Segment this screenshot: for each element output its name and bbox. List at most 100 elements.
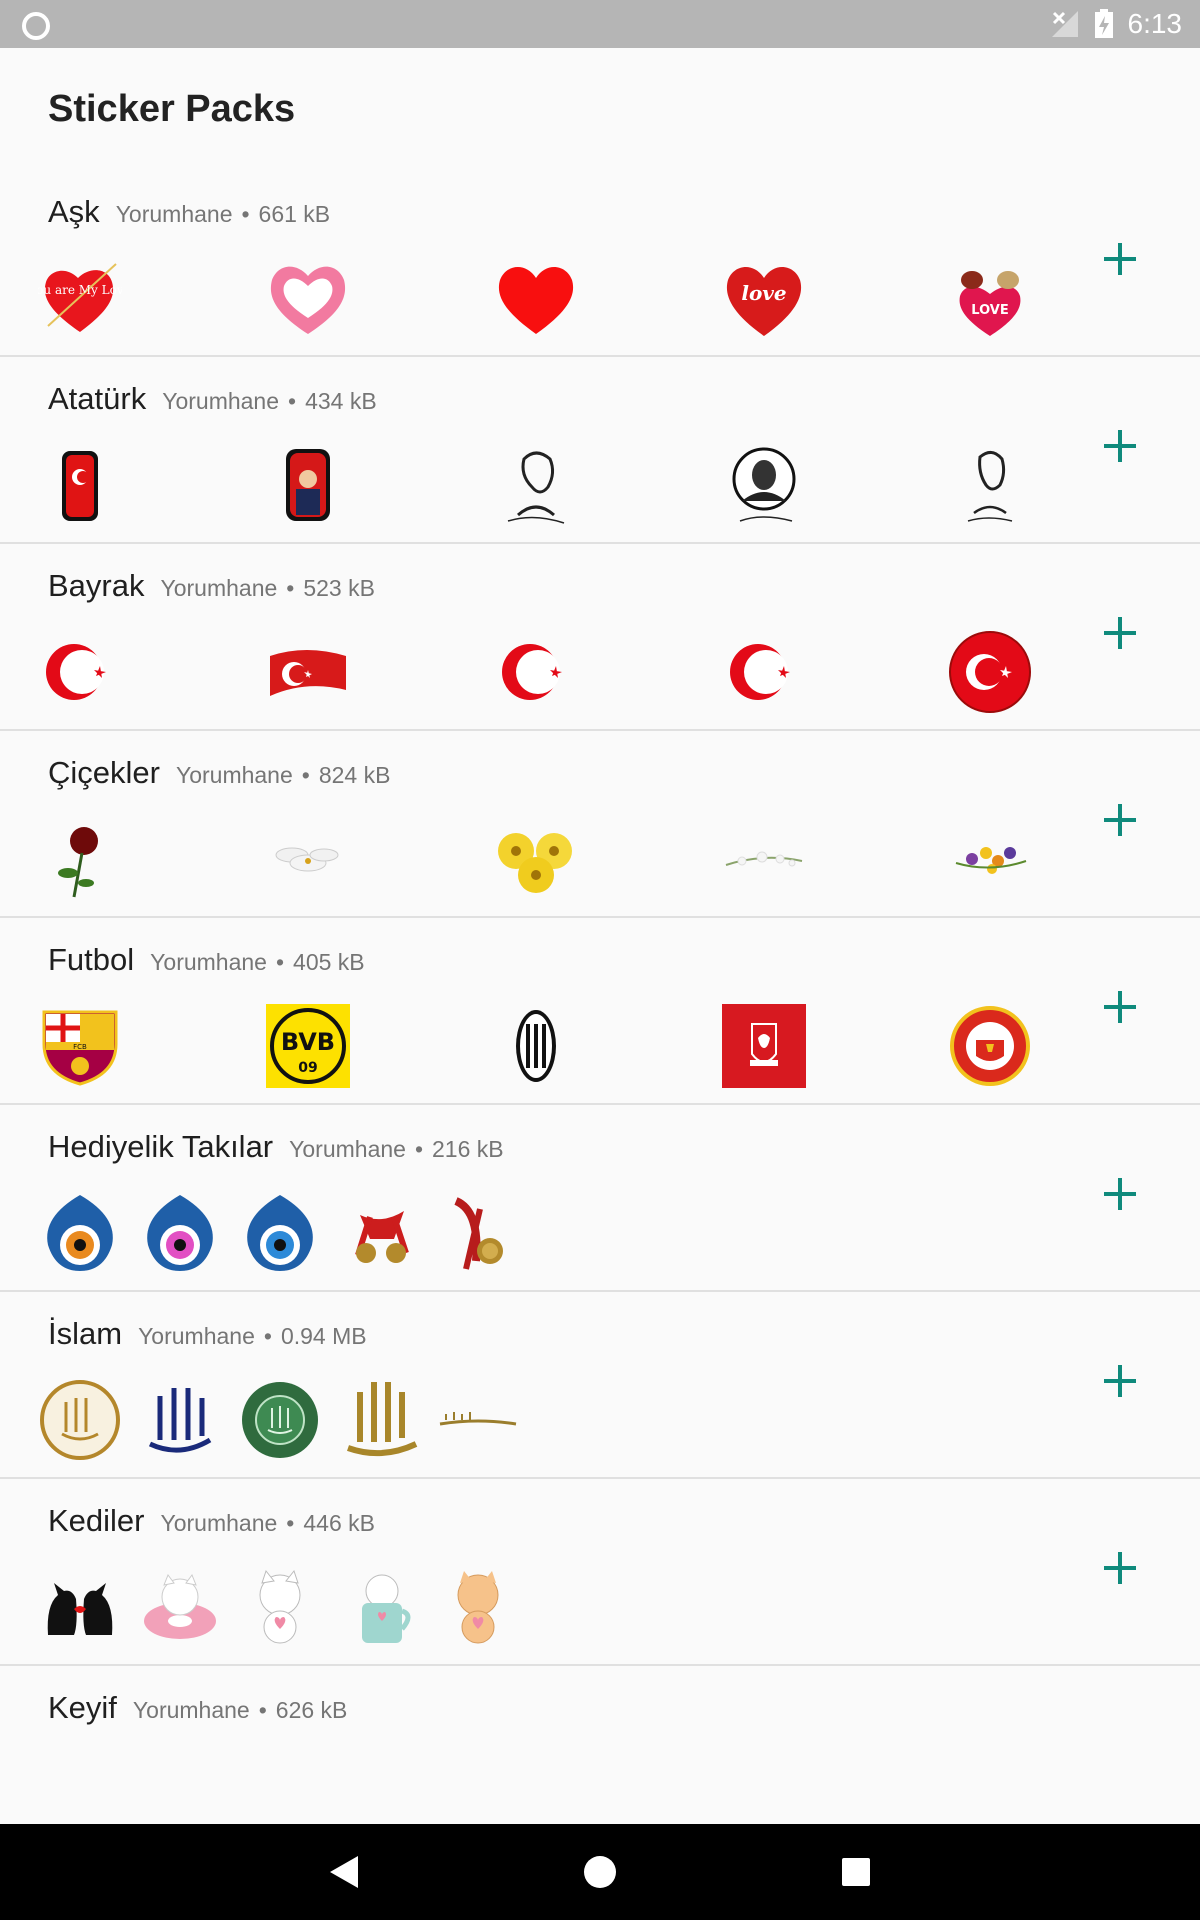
add-pack-button[interactable] — [1098, 238, 1142, 282]
pack-size: 216 kB — [432, 1136, 504, 1162]
navigation-bar — [0, 1824, 1200, 1920]
sticker-calligraphy-line — [436, 1378, 520, 1462]
sticker-pack-row[interactable]: Futbol Yorumhane • 405 kB FCB BVB 09 — [0, 918, 1200, 1105]
sticker-portrait-circle — [722, 443, 806, 527]
sticker-evil-eye-pink — [138, 1191, 222, 1275]
sticker-previews — [0, 1376, 1060, 1466]
sticker-portrait-flag — [266, 443, 350, 527]
sticker-red-rose — [38, 817, 122, 901]
sticker-calligraphy-blue — [138, 1378, 222, 1462]
sticker-liverpool-crest — [722, 1004, 806, 1088]
sticker-orange-cat — [436, 1565, 520, 1649]
pack-header: Keyif Yorumhane • 626 kB — [48, 1690, 347, 1726]
sticker-previews — [0, 1563, 1060, 1653]
sticker-text: 09 — [298, 1060, 317, 1076]
pack-header: Atatürk Yorumhane • 434 kB — [48, 381, 377, 417]
sticker-crescent-star — [38, 630, 122, 714]
pack-name: Kediler — [48, 1503, 145, 1538]
sticker-love-heart: love — [722, 256, 806, 340]
pack-meta: Yorumhane • 434 kB — [162, 388, 377, 414]
sticker-previews — [0, 815, 1060, 905]
sticker-white-blossom — [722, 817, 806, 901]
sticker-crescent-star-3 — [722, 630, 806, 714]
sticker-pack-row[interactable]: Bayrak Yorumhane • 523 kB — [0, 544, 1200, 731]
sticker-heart-wreath — [266, 256, 350, 340]
pack-publisher: Yorumhane — [289, 1136, 406, 1162]
pack-meta: Yorumhane • 405 kB — [150, 949, 365, 975]
pack-meta: Yorumhane • 216 kB — [289, 1136, 504, 1162]
pack-meta: Yorumhane • 824 kB — [175, 762, 391, 788]
pack-meta: Yorumhane • 446 kB — [160, 1510, 375, 1536]
sticker-you-are-my-love: You are My Love — [38, 256, 122, 340]
pack-name: İslam — [48, 1316, 123, 1351]
sticker-waving-flag — [266, 630, 350, 714]
pack-name: Hediyelik Takılar — [48, 1129, 274, 1164]
sticker-calligraphy-gold — [340, 1378, 424, 1462]
sticker-portrait-sketch-2 — [948, 443, 1032, 527]
add-pack-button[interactable] — [1098, 612, 1142, 656]
sticker-juventus-crest — [494, 1004, 578, 1088]
sticker-previews — [0, 1189, 1060, 1279]
add-pack-button[interactable] — [1098, 1547, 1142, 1591]
sticker-pack-list: Aşk Yorumhane•661 kB You are My Love lov… — [0, 170, 1200, 1851]
sticker-text: love — [741, 281, 786, 305]
sticker-crescent-star-2 — [494, 630, 578, 714]
sticker-pack-row[interactable]: Atatürk Yorumhane • 434 kB — [0, 357, 1200, 544]
pack-size: 626 kB — [275, 1697, 348, 1723]
add-pack-button[interactable] — [1098, 986, 1142, 1030]
pack-size: 661 kB — [258, 201, 331, 227]
add-pack-button[interactable] — [1098, 1173, 1142, 1217]
sticker-text: FCB — [73, 1043, 87, 1051]
sticker-red-ribbon-coin — [340, 1191, 424, 1275]
sticker-ribbon-coin — [436, 1191, 520, 1275]
pack-size: 523 kB — [303, 575, 375, 601]
sticker-pack-row[interactable]: Aşk Yorumhane•661 kB You are My Love lov… — [0, 170, 1200, 357]
sticker-calligraphy-gold-circle — [38, 1378, 122, 1462]
sticker-cat-donut — [138, 1565, 222, 1649]
sticker-calligraphy-green-medallion — [238, 1378, 322, 1462]
sticker-previews — [0, 628, 1060, 718]
sticker-cat-cup — [340, 1565, 424, 1649]
recents-icon[interactable] — [832, 1848, 880, 1896]
signal-off-icon — [1051, 11, 1078, 37]
sticker-previews: FCB BVB 09 — [0, 1002, 1060, 1092]
add-pack-button[interactable] — [1098, 799, 1142, 843]
back-icon[interactable] — [320, 1848, 368, 1896]
pack-meta: Yorumhane • 0.94 MB — [138, 1323, 367, 1349]
pack-meta: Yorumhane • 626 kB — [132, 1697, 348, 1723]
pack-header: Futbol Yorumhane • 405 kB — [48, 942, 365, 978]
add-pack-button[interactable] — [1098, 1360, 1142, 1404]
sticker-red-heart — [494, 256, 578, 340]
pack-size: 434 kB — [305, 388, 377, 414]
sticker-love-birds: LOVE — [948, 256, 1032, 340]
pack-publisher: Yorumhane — [175, 762, 293, 788]
pack-size: 446 kB — [303, 1510, 375, 1536]
status-time: 6:13 — [1127, 8, 1183, 39]
sticker-pack-row[interactable]: Hediyelik Takılar Yorumhane • 216 kB — [0, 1105, 1200, 1292]
sticker-flag-silhouette — [38, 443, 122, 527]
sticker-pack-row[interactable]: Çiçekler Yorumhane • 824 kB — [0, 731, 1200, 918]
sticker-pack-row[interactable]: İslam Yorumhane • 0.94 MB — [0, 1292, 1200, 1479]
pack-name: Futbol — [48, 942, 135, 977]
sticker-previews: You are My Love love LOVE — [0, 254, 1060, 344]
sticker-yellow-daisies — [494, 817, 578, 901]
pack-header: Kediler Yorumhane • 446 kB — [48, 1503, 375, 1539]
sticker-text: You are My Love — [38, 283, 122, 297]
sticker-mixed-flowers — [948, 817, 1032, 901]
pack-header: Çiçekler Yorumhane • 824 kB — [48, 755, 390, 791]
pack-publisher: Yorumhane — [160, 1510, 278, 1536]
add-pack-button[interactable] — [1098, 425, 1142, 469]
pack-publisher: Yorumhane — [150, 949, 267, 975]
sticker-black-cats — [38, 1565, 122, 1649]
pack-meta: Yorumhane • 523 kB — [160, 575, 375, 601]
pack-name: Aşk — [48, 194, 100, 229]
notification-circle-icon — [22, 12, 50, 40]
sticker-portrait-sketch — [494, 443, 578, 527]
pack-header: İslam Yorumhane • 0.94 MB — [48, 1316, 367, 1352]
sticker-text: BVB — [281, 1028, 335, 1056]
pack-header: Aşk Yorumhane • 661 kB — [48, 194, 330, 230]
sticker-pack-row[interactable]: Kediler Yorumhane • 446 kB — [0, 1479, 1200, 1666]
sticker-flag-circle — [948, 630, 1032, 714]
pack-name: Çiçekler — [48, 755, 160, 790]
home-icon[interactable] — [576, 1848, 624, 1896]
